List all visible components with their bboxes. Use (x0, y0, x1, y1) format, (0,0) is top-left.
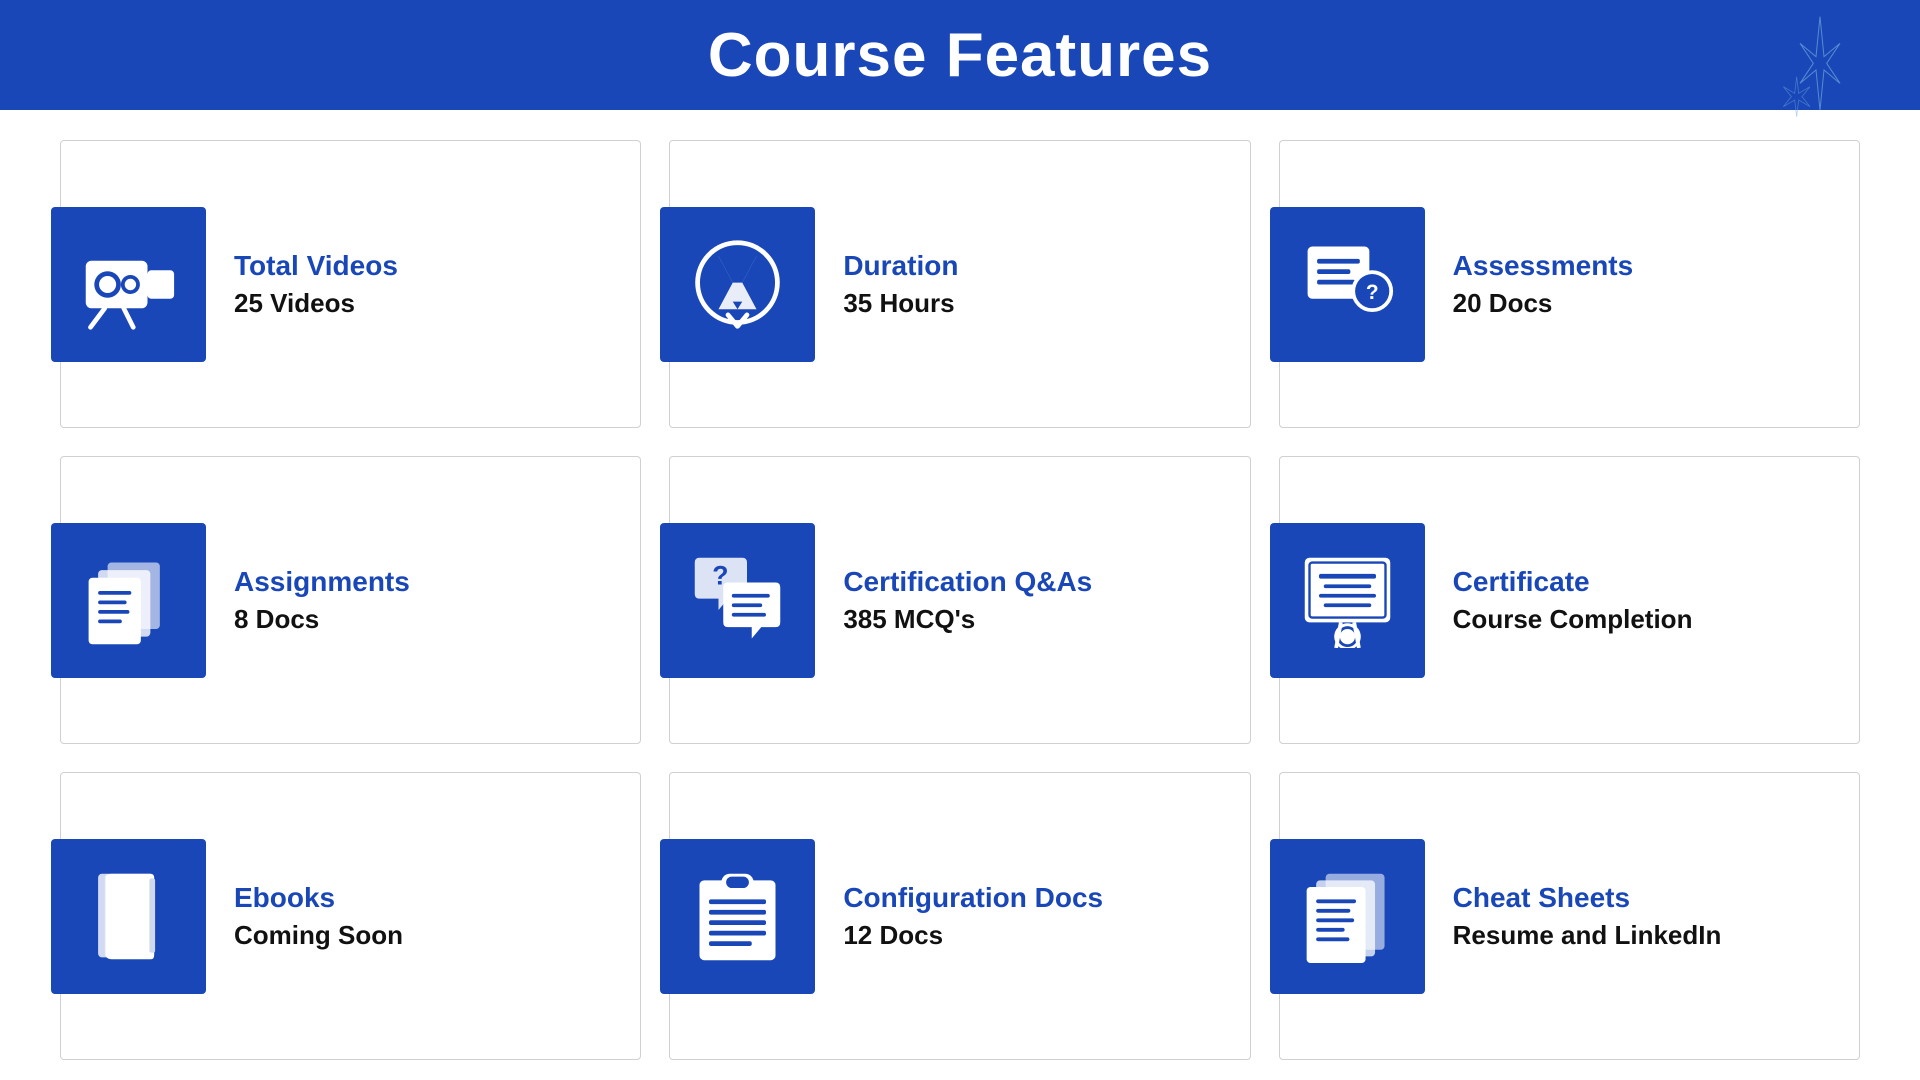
clock-icon-box (660, 207, 815, 362)
assessments-text: Assessments 20 Docs (1425, 250, 1634, 319)
assignment-icon (81, 553, 176, 648)
assessments-value: 20 Docs (1453, 288, 1634, 319)
assessment-icon-box: ? (1270, 207, 1425, 362)
card-certification-qas: ? Certification Q&As 385 MCQ's (669, 456, 1250, 744)
clock-icon (690, 237, 785, 332)
card-configuration-docs: Configuration Docs 12 Docs (669, 772, 1250, 1060)
certification-qas-label: Certification Q&As (843, 566, 1092, 598)
configuration-docs-text: Configuration Docs 12 Docs (815, 882, 1103, 951)
page-title: Course Features (708, 20, 1212, 91)
card-cheat-sheets: Cheat Sheets Resume and LinkedIn (1279, 772, 1860, 1060)
ebooks-text: Ebooks Coming Soon (206, 882, 403, 951)
card-assignments: Assignments 8 Docs (60, 456, 641, 744)
card-duration: Duration 35 Hours (669, 140, 1250, 428)
assignments-text: Assignments 8 Docs (206, 566, 410, 635)
ebooks-label: Ebooks (234, 882, 403, 914)
qa-icon-box: ? (660, 523, 815, 678)
ebook-icon (81, 869, 176, 964)
assessment-icon: ? (1300, 237, 1395, 332)
certificate-text: Certificate Course Completion (1425, 566, 1693, 635)
config-icon-box (660, 839, 815, 994)
svg-text:?: ? (1365, 280, 1378, 303)
qa-icon: ? (690, 553, 785, 648)
assessments-label: Assessments (1453, 250, 1634, 282)
card-total-videos: Total Videos 25 Videos (60, 140, 641, 428)
card-assessments: ? Assessments 20 Docs (1279, 140, 1860, 428)
total-videos-label: Total Videos (234, 250, 398, 282)
page-header: Course Features (0, 0, 1920, 110)
cheat-sheets-label: Cheat Sheets (1453, 882, 1722, 914)
certificate-label: Certificate (1453, 566, 1693, 598)
assignments-label: Assignments (234, 566, 410, 598)
ebook-icon-box (51, 839, 206, 994)
total-videos-value: 25 Videos (234, 288, 398, 319)
star-decoration (1740, 10, 1860, 130)
duration-value: 35 Hours (843, 288, 958, 319)
certification-qas-value: 385 MCQ's (843, 604, 1092, 635)
certificate-value: Course Completion (1453, 604, 1693, 635)
cheat-sheets-text: Cheat Sheets Resume and LinkedIn (1425, 882, 1722, 951)
certification-qas-text: Certification Q&As 385 MCQ's (815, 566, 1092, 635)
cheatsheet-icon (1300, 869, 1395, 964)
assignments-value: 8 Docs (234, 604, 410, 635)
cheatsheet-icon-box (1270, 839, 1425, 994)
card-certificate: Certificate Course Completion (1279, 456, 1860, 744)
duration-text: Duration 35 Hours (815, 250, 958, 319)
video-icon-box (51, 207, 206, 362)
config-icon (690, 869, 785, 964)
duration-label: Duration (843, 250, 958, 282)
configuration-docs-label: Configuration Docs (843, 882, 1103, 914)
configuration-docs-value: 12 Docs (843, 920, 1103, 951)
cheat-sheets-value: Resume and LinkedIn (1453, 920, 1722, 951)
card-ebooks: Ebooks Coming Soon (60, 772, 641, 1060)
ebooks-value: Coming Soon (234, 920, 403, 951)
video-icon (81, 237, 176, 332)
assignment-icon-box (51, 523, 206, 678)
certificate-icon (1300, 553, 1395, 648)
total-videos-text: Total Videos 25 Videos (206, 250, 398, 319)
certificate-icon-box (1270, 523, 1425, 678)
features-grid: Total Videos 25 Videos Duration 35 Hours (0, 110, 1920, 1080)
